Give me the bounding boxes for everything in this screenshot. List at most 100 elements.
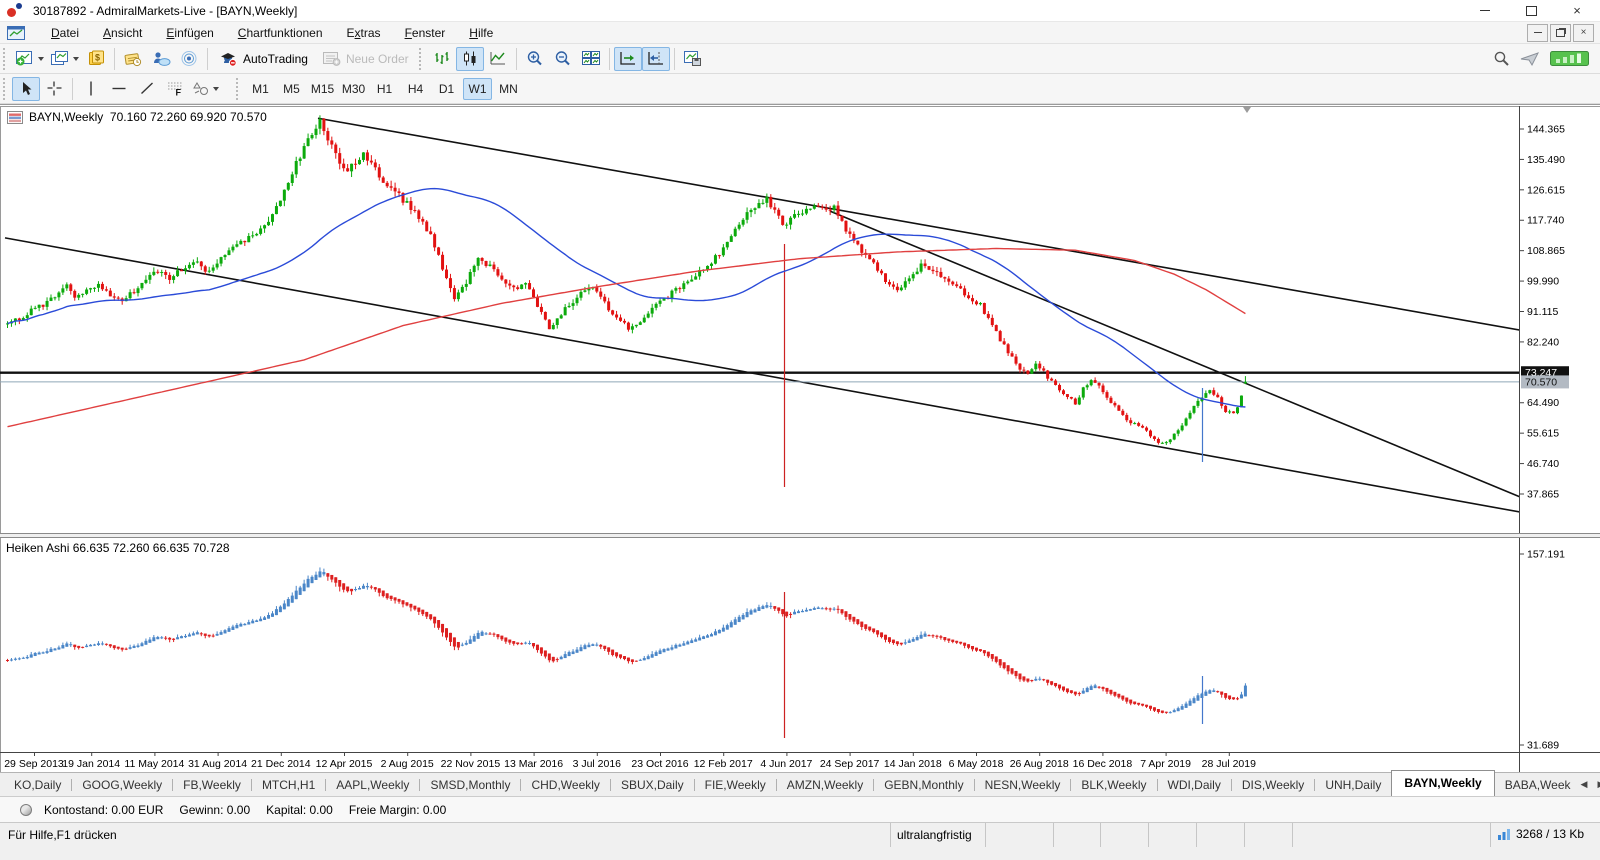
- tab-ko-daily[interactable]: KO,Daily: [4, 774, 71, 796]
- traffic-text: 3268 / 13 Kb: [1516, 827, 1584, 841]
- vertical-line-tool-button[interactable]: [77, 77, 105, 101]
- timeframe-m30-button[interactable]: M30: [339, 78, 368, 100]
- toolbar-grip[interactable]: [419, 48, 423, 70]
- trendline-tool-button[interactable]: [133, 77, 161, 101]
- cursor-tool-button[interactable]: [12, 77, 40, 101]
- auto-scroll-button[interactable]: [614, 47, 642, 71]
- svg-text:13 Mar 2016: 13 Mar 2016: [504, 758, 563, 770]
- autotrading-button[interactable]: AutoTrading: [212, 47, 315, 71]
- tab-aapl-weekly[interactable]: AAPL,Weekly: [326, 774, 419, 796]
- tab-chd-weekly[interactable]: CHD,Weekly: [521, 774, 609, 796]
- account-summary-bar: Kontostand: 0.00 EUR Gewinn: 0.00 Kapita…: [0, 796, 1600, 822]
- svg-text:22 Nov 2015: 22 Nov 2015: [441, 758, 501, 770]
- tab-blk-weekly[interactable]: BLK,Weekly: [1071, 774, 1156, 796]
- menu-hilfe[interactable]: Hilfe: [457, 23, 505, 43]
- window-close-button[interactable]: ×: [1554, 0, 1600, 22]
- trendline-2[interactable]: [5, 238, 1520, 512]
- status-mode-text: ultralangfristig: [897, 828, 972, 842]
- timeframe-h4-button[interactable]: H4: [401, 78, 430, 100]
- menu-extras[interactable]: Extras: [335, 23, 393, 43]
- signals-button[interactable]: [175, 47, 203, 71]
- svg-text:126.615: 126.615: [1527, 184, 1565, 196]
- accounts-cloud-button[interactable]: [147, 47, 175, 71]
- timeframe-d1-button[interactable]: D1: [432, 78, 461, 100]
- tab-sbux-daily[interactable]: SBUX,Daily: [611, 774, 694, 796]
- symbols-icon: $: [86, 50, 106, 67]
- tab-nesn-weekly[interactable]: NESN,Weekly: [975, 774, 1071, 796]
- maximize-icon: [1526, 6, 1537, 16]
- tile-windows-button[interactable]: [577, 47, 605, 71]
- tab-fie-weekly[interactable]: FIE,Weekly: [695, 774, 776, 796]
- search-icon[interactable]: [1493, 50, 1510, 67]
- timeframe-m15-button[interactable]: M15: [308, 78, 337, 100]
- status-cell-divider: [1490, 823, 1491, 847]
- price-axis[interactable]: 144.365135.490126.615117.740108.86599.99…: [1520, 124, 1569, 752]
- trendline-3[interactable]: [830, 211, 1520, 497]
- symbol-quote-icon: [7, 111, 23, 124]
- svg-text:91.115: 91.115: [1527, 306, 1558, 318]
- toolbar-grip[interactable]: [3, 78, 7, 100]
- menu-einfügen[interactable]: Einfügen: [154, 23, 225, 43]
- menu-chartfunktionen[interactable]: Chartfunktionen: [226, 23, 335, 43]
- dropdown-caret[interactable]: [38, 57, 44, 61]
- timeframe-m1-button[interactable]: M1: [246, 78, 275, 100]
- chart-close-button[interactable]: ×: [1573, 24, 1594, 42]
- tab-wdi-daily[interactable]: WDI,Daily: [1158, 774, 1231, 796]
- crosshair-tool-button[interactable]: [40, 77, 68, 101]
- timeframe-mn-button[interactable]: MN: [494, 78, 523, 100]
- new-order-button[interactable]: Neue Order: [315, 47, 416, 71]
- tab-dis-weekly[interactable]: DIS,Weekly: [1232, 774, 1314, 796]
- svg-text:21 Dec 2014: 21 Dec 2014: [251, 758, 311, 770]
- history-center-button[interactable]: [119, 47, 147, 71]
- symbols-button[interactable]: $: [82, 47, 110, 71]
- tab-smsd-monthly[interactable]: SMSD,Monthly: [420, 774, 520, 796]
- dropdown-caret[interactable]: [213, 87, 219, 91]
- new-order-label: Neue Order: [346, 52, 409, 66]
- window-maximize-button[interactable]: [1508, 0, 1554, 22]
- tab-amzn-weekly[interactable]: AMZN,Weekly: [777, 774, 873, 796]
- trendline-1[interactable]: [318, 118, 1520, 330]
- tab-mtch-h1[interactable]: MTCH,H1: [252, 774, 325, 796]
- window-minimize-button[interactable]: [1462, 0, 1508, 22]
- menu-fenster[interactable]: Fenster: [393, 23, 458, 43]
- tabs-scroll-left-button[interactable]: ◀: [1581, 779, 1588, 790]
- templates-button[interactable]: [679, 47, 707, 71]
- toolbar-grip[interactable]: [3, 48, 7, 70]
- toolbar-grip[interactable]: [236, 78, 240, 100]
- bar-chart-mode-button[interactable]: [428, 47, 456, 71]
- chart-minimize-button[interactable]: [1527, 24, 1548, 42]
- chart-shift-button[interactable]: [642, 47, 670, 71]
- chart-shift-marker[interactable]: [1243, 107, 1251, 113]
- fibonacci-tool-button[interactable]: F: [161, 77, 189, 101]
- candlestick-mode-button[interactable]: [456, 47, 484, 71]
- menu-ansicht[interactable]: Ansicht: [91, 23, 154, 43]
- timeframe-w1-button[interactable]: W1: [463, 78, 492, 100]
- chart-restore-button[interactable]: [1550, 24, 1571, 42]
- shapes-tool-button[interactable]: [189, 77, 222, 101]
- account-balance: Kontostand: 0.00 EUR: [44, 803, 163, 817]
- tab-gebn-monthly[interactable]: GEBN,Monthly: [874, 774, 973, 796]
- tab-unh-daily[interactable]: UNH,Daily: [1315, 774, 1391, 796]
- tab-goog-weekly[interactable]: GOOG,Weekly: [72, 774, 172, 796]
- timeframe-m5-button[interactable]: M5: [277, 78, 306, 100]
- line-chart-mode-icon: [489, 50, 507, 67]
- tab-fb-weekly[interactable]: FB,Weekly: [173, 774, 251, 796]
- zoom-out-button[interactable]: [549, 47, 577, 71]
- new-chart-button[interactable]: [12, 47, 47, 71]
- heiken-ashi-series: [6, 567, 1247, 713]
- candlestick-mode-icon: [461, 50, 479, 67]
- dropdown-caret[interactable]: [73, 57, 79, 61]
- time-axis[interactable]: 29 Sep 201319 Jan 201411 May 201431 Aug …: [4, 753, 1256, 770]
- timeframe-h1-button[interactable]: H1: [370, 78, 399, 100]
- chart-profiles-button[interactable]: [47, 47, 82, 71]
- zoom-in-button[interactable]: [521, 47, 549, 71]
- send-message-icon[interactable]: [1520, 51, 1540, 67]
- tab-baba-week[interactable]: BABA,Week: [1495, 774, 1581, 796]
- horizontal-line-tool-button[interactable]: [105, 77, 133, 101]
- tab-bayn-weekly[interactable]: BAYN,Weekly: [1391, 770, 1494, 796]
- status-cell-divider: [890, 823, 891, 847]
- line-chart-mode-button[interactable]: [484, 47, 512, 71]
- menu-datei[interactable]: Datei: [39, 23, 91, 43]
- fibonacci-icon: F: [166, 80, 184, 97]
- chart-canvas[interactable]: 144.365135.490126.615117.740108.86599.99…: [0, 104, 1600, 772]
